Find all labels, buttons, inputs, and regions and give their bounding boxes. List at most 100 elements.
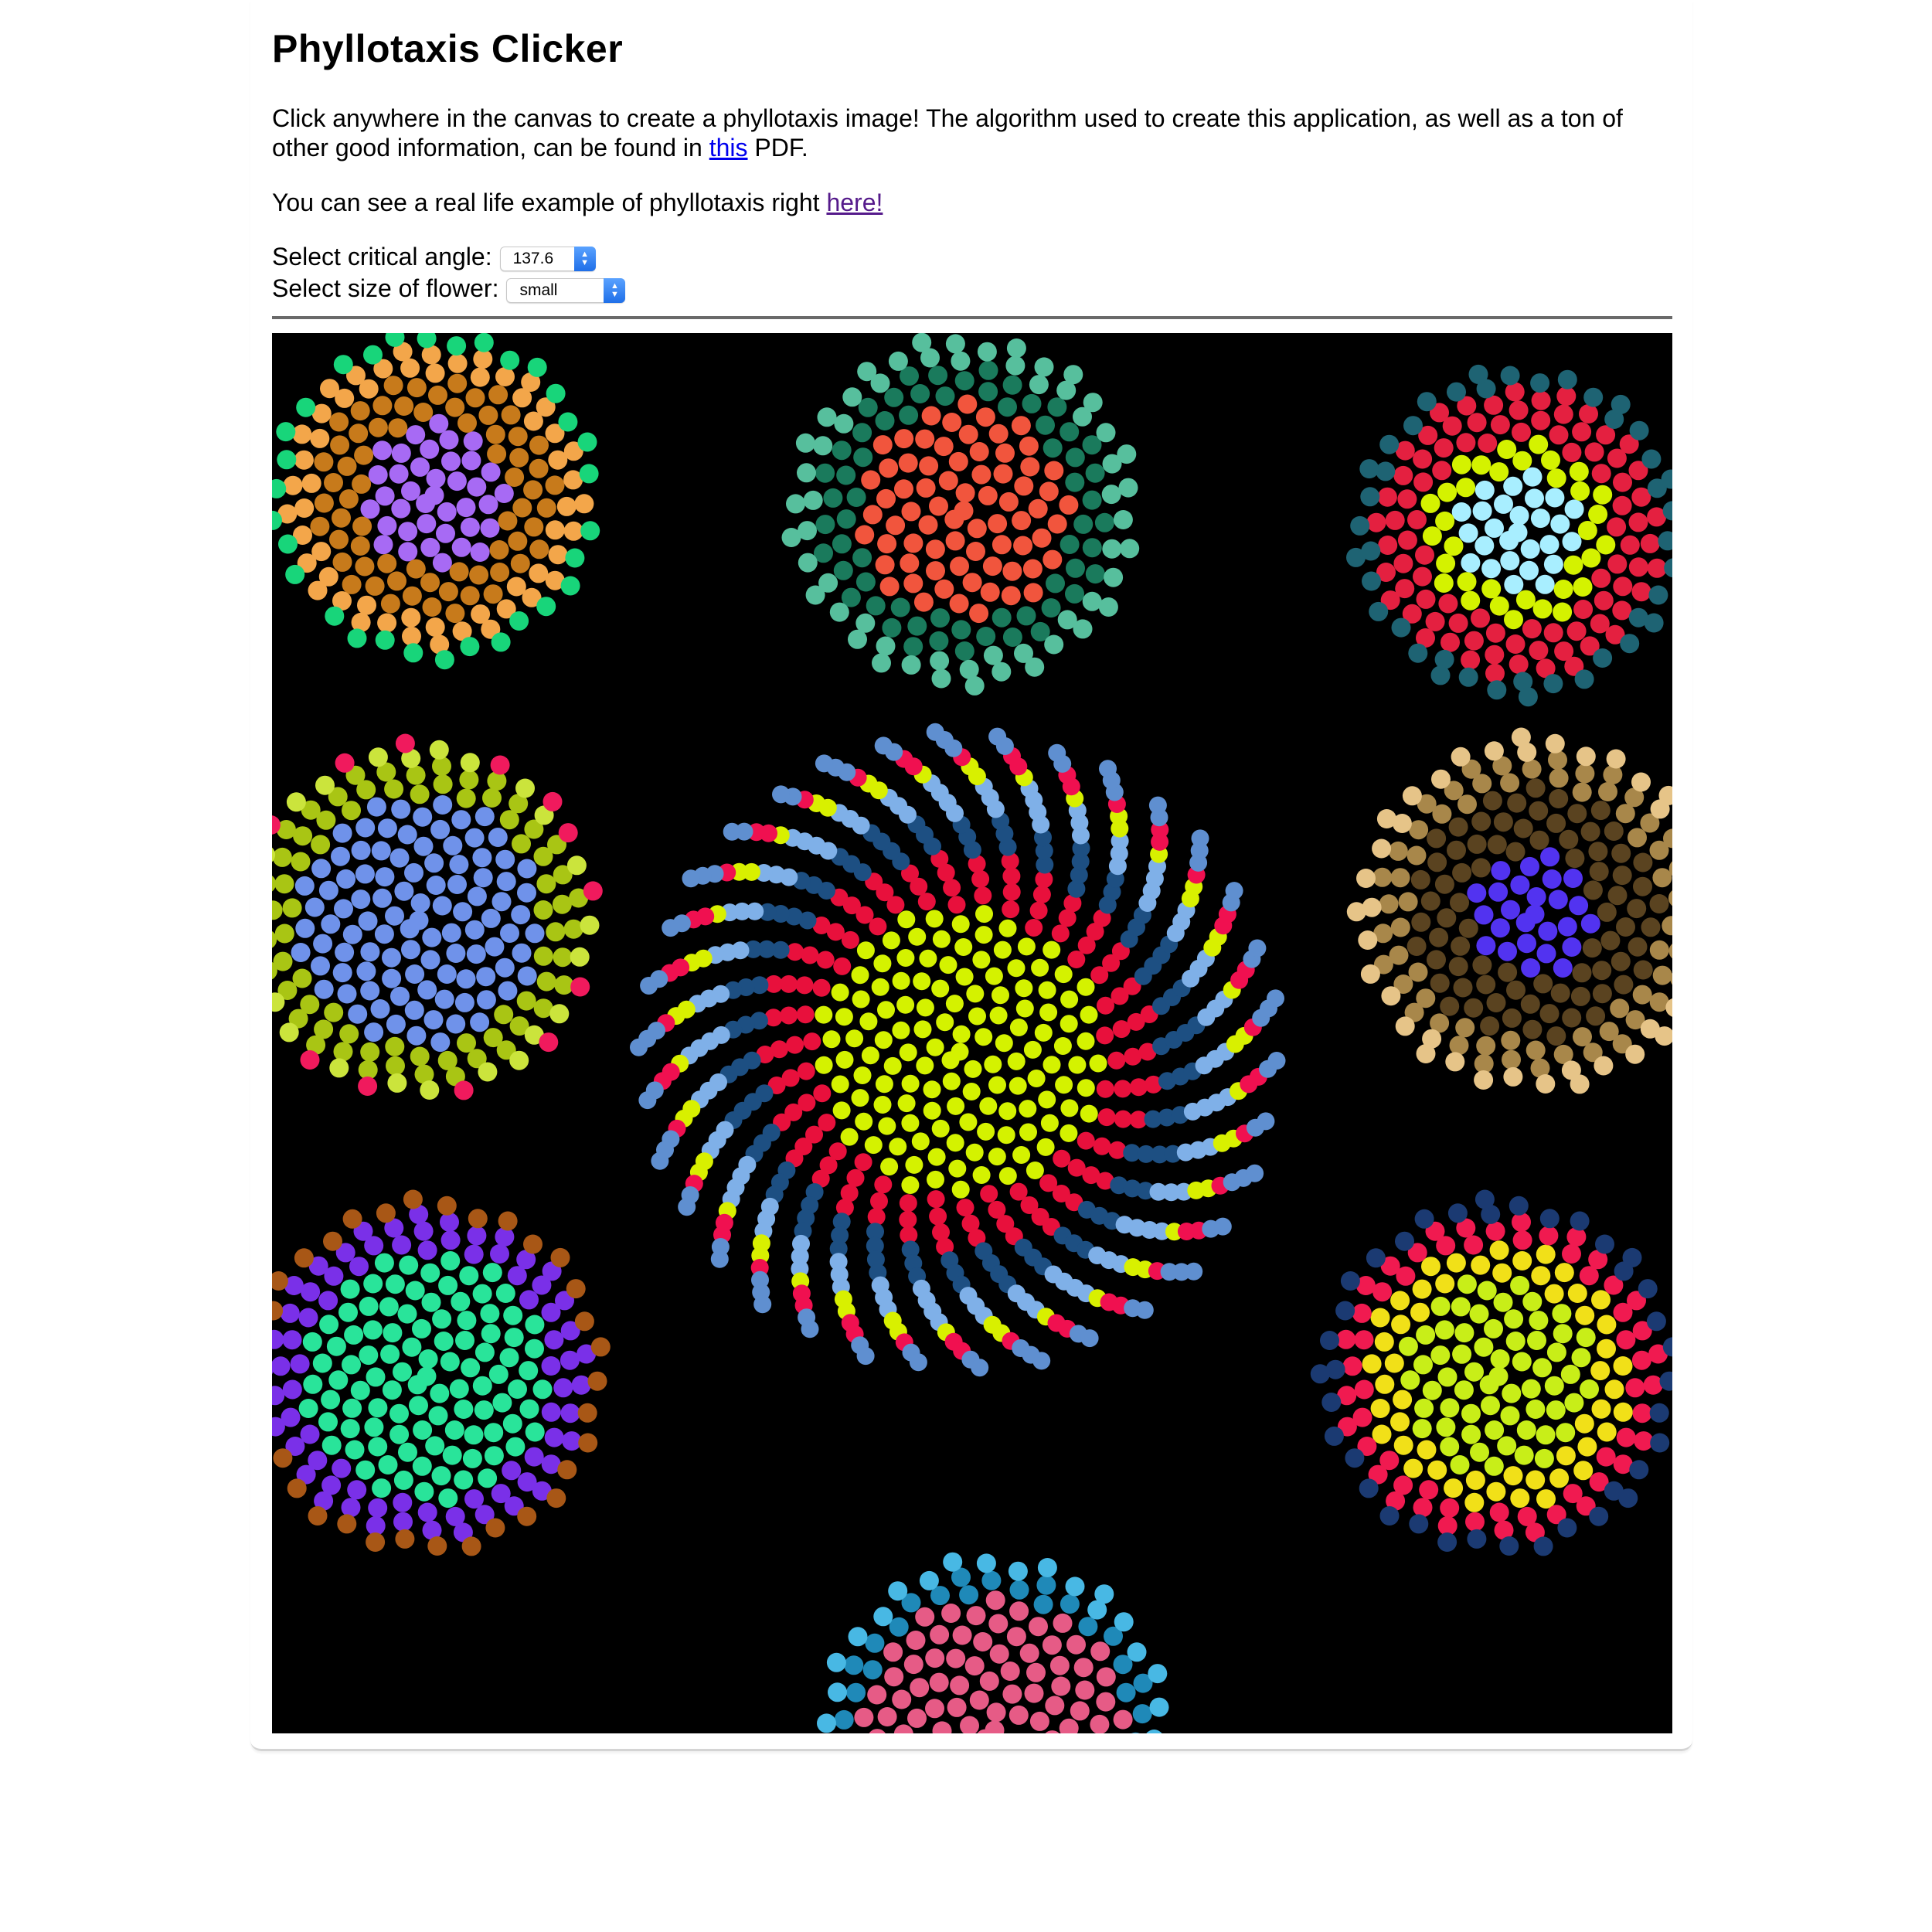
flower-dot xyxy=(1014,476,1034,496)
phyllotaxis-canvas[interactable] xyxy=(272,333,1672,1733)
flower-dot xyxy=(949,594,969,614)
flower-dot xyxy=(350,536,370,556)
flower-dot xyxy=(1432,461,1452,481)
flower-dot xyxy=(529,563,549,583)
flower-dot xyxy=(1500,551,1520,571)
flower-dot xyxy=(967,519,987,539)
flower-dot xyxy=(1102,539,1122,559)
flower-dot xyxy=(898,453,918,473)
flower-dot xyxy=(1002,628,1022,647)
angle-control: Select critical angle: 137.6 ▲ ▼ xyxy=(272,242,596,271)
flower-dot xyxy=(1385,510,1405,530)
flower-dot xyxy=(1581,548,1601,568)
flower-dot xyxy=(1029,901,1048,920)
flower-dot xyxy=(910,1678,930,1698)
flower-dot xyxy=(945,334,965,354)
flower-dot xyxy=(959,1585,979,1605)
flower-dot xyxy=(1077,1032,1095,1050)
flower-dot xyxy=(1572,963,1592,983)
flower-dot xyxy=(851,966,869,985)
flower-dot xyxy=(973,1632,993,1651)
flower-dot xyxy=(640,977,658,995)
flower-dot xyxy=(998,397,1017,417)
flower-dot xyxy=(1148,1664,1168,1684)
flower-dot xyxy=(456,969,476,989)
flower-dot xyxy=(1044,634,1064,655)
flower-dot xyxy=(813,1084,832,1103)
flower-dot xyxy=(846,1168,865,1187)
flower-dot xyxy=(1512,1212,1531,1232)
flower-dot xyxy=(856,941,875,960)
flower-dot xyxy=(364,1022,384,1043)
flower-dot xyxy=(1475,536,1495,556)
flower-dot xyxy=(454,1400,474,1419)
flower-dot xyxy=(1503,1466,1523,1486)
flower-dot xyxy=(1631,772,1651,792)
flower-dot xyxy=(583,881,603,901)
flower-dot xyxy=(1505,382,1525,402)
flower-dot xyxy=(1016,606,1036,626)
example-link[interactable]: here! xyxy=(826,189,883,216)
flower-dot xyxy=(1444,1478,1464,1498)
flower-dot xyxy=(951,351,971,371)
size-select[interactable]: small ▲ ▼ xyxy=(506,278,626,303)
flower-dot xyxy=(1632,985,1652,1005)
flower-dot xyxy=(965,1143,984,1162)
flower-dot xyxy=(1576,747,1596,767)
flower-dot xyxy=(515,778,535,798)
flower-dot xyxy=(1477,1281,1497,1301)
flower-dot xyxy=(992,535,1012,555)
flower-dot xyxy=(929,1207,947,1226)
pdf-link[interactable]: this xyxy=(709,134,748,162)
flower-dot xyxy=(1467,1529,1487,1549)
flower-dot xyxy=(430,1032,451,1053)
angle-select[interactable]: 137.6 ▲ ▼ xyxy=(499,247,596,271)
flower-dot xyxy=(1381,986,1401,1006)
flower-dot xyxy=(942,413,962,432)
flower-dot xyxy=(495,1284,515,1303)
flower-dot xyxy=(1451,1297,1471,1317)
flower-dot xyxy=(394,396,414,416)
flower-dot xyxy=(374,1253,394,1273)
flower-dot xyxy=(1451,747,1471,767)
flower-dot xyxy=(972,951,991,969)
flower-dot xyxy=(1562,1244,1581,1264)
flower-dot xyxy=(340,1419,360,1439)
flower-dot xyxy=(1489,596,1509,616)
flower-dot xyxy=(1409,1514,1429,1534)
flower-dot xyxy=(1640,533,1660,553)
flower-dot xyxy=(1080,1104,1098,1123)
flower-dot xyxy=(1029,375,1049,395)
flower-dot xyxy=(394,881,414,901)
flower-dot xyxy=(1043,438,1063,458)
flower-dot xyxy=(944,509,964,529)
flower-dot xyxy=(1034,1023,1053,1042)
flower-dot xyxy=(981,1570,1002,1590)
flower-dot xyxy=(1475,480,1495,500)
flower-dot xyxy=(401,481,420,501)
flower-dot xyxy=(382,1380,402,1400)
flower-dot xyxy=(403,643,423,663)
flower-dot xyxy=(1509,1196,1529,1216)
flower-dot xyxy=(478,1468,498,1488)
flower-dot xyxy=(400,358,420,378)
flower-dot xyxy=(995,443,1015,463)
flower-dot xyxy=(896,949,915,967)
flower-dot xyxy=(979,1671,999,1691)
flower-dot xyxy=(587,1371,607,1391)
flower-dot xyxy=(338,489,359,509)
flower-dot xyxy=(1417,1440,1437,1460)
flower-dot xyxy=(553,1378,573,1398)
flower-dot xyxy=(345,1440,365,1460)
flower-dot xyxy=(1504,1309,1524,1329)
flower-dot xyxy=(1658,531,1672,551)
flower-dot xyxy=(1345,1448,1365,1468)
flower-dot xyxy=(402,626,421,646)
flower-dot xyxy=(1097,1108,1116,1127)
phyllotaxis-flower xyxy=(1346,727,1672,1094)
flower-dot xyxy=(1467,883,1487,903)
flower-dot xyxy=(1611,951,1631,971)
flower-dot xyxy=(1485,1420,1505,1440)
flower-dot xyxy=(375,630,395,650)
flower-dot xyxy=(1503,1066,1523,1087)
